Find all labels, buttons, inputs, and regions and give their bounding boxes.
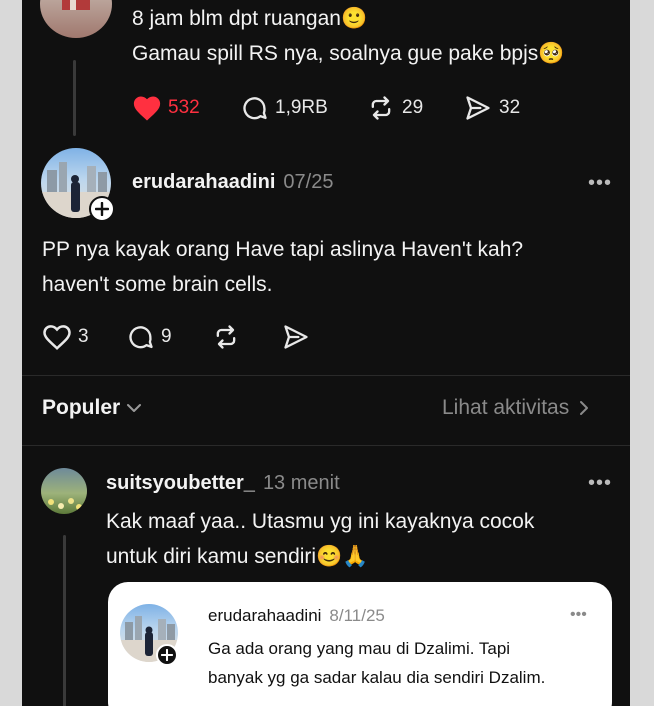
post1-reply-count: 1,9RB [275, 97, 328, 118]
reply-username[interactable]: suitsyoubetter_ [106, 472, 255, 495]
comment-icon [129, 326, 153, 349]
reply-more-button[interactable]: ••• [588, 472, 612, 495]
post2-repost-button[interactable] [211, 323, 241, 351]
quoted-text-line1: Ga ada orang yang mau di Dzalimi. Tapi [208, 639, 511, 658]
reply-header: suitsyoubetter_ 13 menit [106, 472, 340, 495]
quoted-more-button[interactable]: ••• [570, 606, 587, 624]
sort-dropdown[interactable]: Populer [42, 396, 142, 420]
divider-1 [22, 375, 630, 376]
comment-icon [243, 97, 267, 120]
post1-reply-button[interactable]: 1,9RB [241, 94, 328, 122]
post2-time: 07/25 [283, 171, 334, 193]
repost-icon [216, 325, 236, 349]
post2-more-button[interactable]: ••• [588, 172, 612, 195]
threads-screen: 8 jam blm dpt ruangan🙂 Gamau spill RS ny… [22, 0, 630, 706]
reply-text-line2: untuk diri kamu sendiri😊🙏 [106, 545, 369, 568]
chevron-down-icon [127, 404, 142, 412]
share-icon [466, 96, 490, 120]
reply-time: 13 menit [262, 472, 340, 494]
sort-label: Populer [42, 396, 121, 419]
share-icon [284, 325, 308, 349]
post2-like-count: 3 [78, 326, 89, 347]
view-activity-label: Lihat aktivitas [442, 396, 570, 419]
post1-repost-count: 29 [402, 97, 424, 118]
post1-text-line2: Gamau spill RS nya, soalnya gue pake bpj… [132, 42, 565, 65]
avatar-post1-image [62, 0, 90, 10]
post2-like-button[interactable]: 3 [42, 323, 89, 351]
heart-icon [43, 325, 71, 350]
avatar-reply[interactable] [41, 468, 87, 514]
reply-text-line1: Kak maaf yaa.. Utasmu yg ini kayaknya co… [106, 510, 535, 533]
divider-2 [22, 445, 630, 446]
quoted-text-line2: banyak yg ga sadar kalau dia sendiri Dza… [208, 668, 546, 687]
post2-share-button[interactable] [281, 323, 311, 351]
post2-username[interactable]: erudarahaadini [132, 171, 275, 194]
plus-icon [161, 649, 173, 661]
follow-plus-button-post2[interactable] [89, 196, 115, 222]
post1-like-count: 532 [168, 97, 200, 118]
quoted-username[interactable]: erudarahaadini [208, 606, 321, 626]
repost-icon [371, 96, 391, 120]
post1-share-count: 32 [499, 97, 521, 118]
avatar-reply-image [48, 498, 82, 510]
view-activity-link[interactable]: Lihat aktivitas [442, 396, 589, 420]
post2-text-line1: PP nya kayak orang Have tapi aslinya Hav… [42, 238, 524, 261]
avatar-post1[interactable] [40, 0, 112, 38]
quoted-header: erudarahaadini 8/11/25 [208, 606, 385, 626]
quoted-time: 8/11/25 [329, 606, 385, 625]
post1-share-button[interactable]: 32 [463, 94, 520, 122]
thread-line-post1 [73, 60, 76, 136]
quoted-post-card[interactable]: erudarahaadini 8/11/25 ••• Ga ada orang … [108, 582, 612, 706]
post2-text-line2: haven't some brain cells. [42, 273, 273, 296]
post1-text-line1: 8 jam blm dpt ruangan🙂 [132, 7, 368, 30]
post2-reply-count: 9 [161, 326, 172, 347]
post1-repost-button[interactable]: 29 [366, 94, 423, 122]
chevron-right-icon [580, 401, 589, 415]
thread-line-reply [63, 535, 66, 706]
plus-icon [95, 202, 109, 216]
post2-header: erudarahaadini 07/25 [132, 171, 333, 194]
heart-icon [133, 96, 161, 121]
quoted-plus-badge[interactable] [156, 644, 178, 666]
post1-like-button[interactable]: 532 [132, 94, 200, 122]
post2-reply-button[interactable]: 9 [127, 323, 172, 351]
